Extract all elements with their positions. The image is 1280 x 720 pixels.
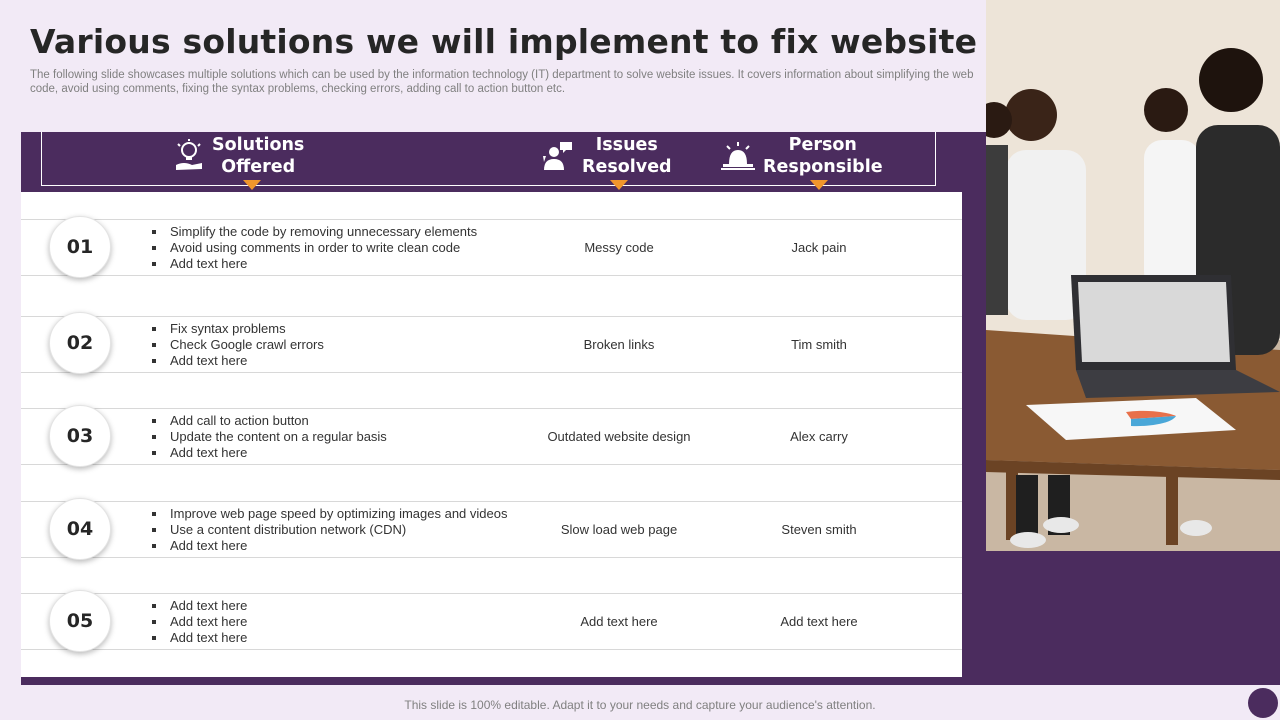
person-cell: Steven smith <box>781 522 857 537</box>
header-issues-line1: Issues <box>595 135 658 155</box>
header-person-responsible: Person Responsible <box>721 134 883 178</box>
solution-item: Update the content on a regular basis <box>152 429 532 445</box>
solution-list: Add call to action button Update the con… <box>152 413 532 461</box>
solution-list: Fix syntax problems Check Google crawl e… <box>152 321 532 369</box>
solution-item: Add text here <box>152 614 532 630</box>
solution-item: Check Google crawl errors <box>152 337 532 353</box>
header-solutions-line2: Offered <box>221 157 296 177</box>
issue-cell: Broken links <box>583 337 655 352</box>
slide-subtitle: The following slide showcases multiple s… <box>30 69 974 95</box>
header-issues-resolved: Issues Resolved <box>542 134 672 178</box>
team-photo <box>986 0 1280 551</box>
lightbulb-hand-icon <box>176 139 202 170</box>
person-speech-icon <box>543 142 572 170</box>
solution-item: Add text here <box>152 256 532 272</box>
solution-item: Add text here <box>152 353 532 369</box>
header-person-line2: Responsible <box>763 157 883 177</box>
solution-item: Add call to action button <box>152 413 532 429</box>
solution-item: Improve web page speed by optimizing ima… <box>152 506 532 522</box>
solution-item: Fix syntax problems <box>152 321 532 337</box>
person-cell: Add text here <box>780 614 858 629</box>
issue-cell: Outdated website design <box>547 429 691 444</box>
solution-item: Add text here <box>152 538 532 554</box>
person-cell: Tim smith <box>791 337 847 352</box>
issue-cell: Slow load web page <box>560 522 678 537</box>
solution-item: Add text here <box>152 598 532 614</box>
alarm-desk-icon <box>721 142 755 170</box>
row-number-badge: 02 <box>49 312 111 374</box>
solution-item: Use a content distribution network (CDN) <box>152 522 532 538</box>
corner-decoration <box>1248 688 1278 718</box>
header-solutions-line1: Solutions <box>212 135 305 155</box>
header-person-line1: Person <box>788 135 857 155</box>
solution-list: Improve web page speed by optimizing ima… <box>152 506 532 554</box>
row-number-badge: 05 <box>49 590 111 652</box>
header-arrow-person <box>810 180 828 190</box>
solution-item: Add text here <box>152 630 532 646</box>
solution-item: Avoid using comments in order to write c… <box>152 240 532 256</box>
header-solutions-offered: Solutions Offered <box>174 134 304 178</box>
row-number-badge: 03 <box>49 405 111 467</box>
solution-list: Add text here Add text here Add text her… <box>152 598 532 646</box>
row-number-badge: 01 <box>49 216 111 278</box>
person-cell: Jack pain <box>791 240 847 255</box>
issue-cell: Messy code <box>584 240 654 255</box>
header-arrow-solutions <box>243 180 261 190</box>
issue-cell: Add text here <box>580 614 658 629</box>
header-arrow-issues <box>610 180 628 190</box>
right-accent-panel <box>986 551 1280 685</box>
solution-list: Simplify the code by removing unnecessar… <box>152 224 532 272</box>
slide-footer: This slide is 100% editable. Adapt it to… <box>404 698 876 712</box>
solution-item: Add text here <box>152 445 532 461</box>
person-cell: Alex carry <box>790 429 848 444</box>
header-issues-line2: Resolved <box>582 157 672 177</box>
row-number-badge: 04 <box>49 498 111 560</box>
solution-item: Simplify the code by removing unnecessar… <box>152 224 532 240</box>
slide-title: Various solutions we will implement to f… <box>30 22 1107 61</box>
